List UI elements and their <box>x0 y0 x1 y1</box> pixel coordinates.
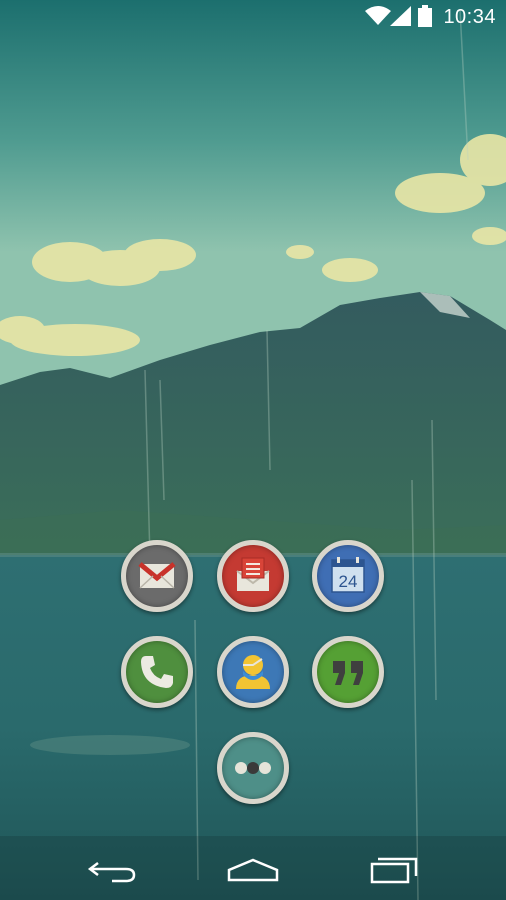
calendar-icon: 24 <box>331 557 365 593</box>
app-drawer-button[interactable] <box>217 732 289 804</box>
gmail-icon <box>138 562 176 589</box>
calendar-day-label: 24 <box>339 572 358 591</box>
recent-apps-button[interactable] <box>364 850 424 890</box>
person-icon <box>236 655 270 689</box>
back-icon <box>87 862 136 883</box>
contacts-app-icon[interactable] <box>217 636 289 708</box>
gmail-app-icon[interactable] <box>121 540 193 612</box>
battery-icon <box>418 5 432 27</box>
email-icon <box>236 557 270 591</box>
hangouts-app-icon[interactable] <box>312 636 384 708</box>
status-bar: 10:34 <box>0 0 506 36</box>
phone-icon <box>141 656 173 688</box>
app-drawer-icon <box>235 762 271 774</box>
phone-app-icon[interactable] <box>121 636 193 708</box>
home-icon <box>227 858 279 882</box>
calendar-app-icon[interactable]: 24 <box>312 540 384 612</box>
home-button[interactable] <box>223 850 283 890</box>
quote-icon <box>333 661 363 685</box>
wifi-icon <box>365 6 391 25</box>
recent-apps-icon <box>370 857 418 884</box>
cell-signal-icon <box>390 6 411 26</box>
back-button[interactable] <box>82 850 142 890</box>
clock: 10:34 <box>443 6 496 28</box>
navigation-bar <box>0 836 506 900</box>
email-app-icon[interactable] <box>217 540 289 612</box>
